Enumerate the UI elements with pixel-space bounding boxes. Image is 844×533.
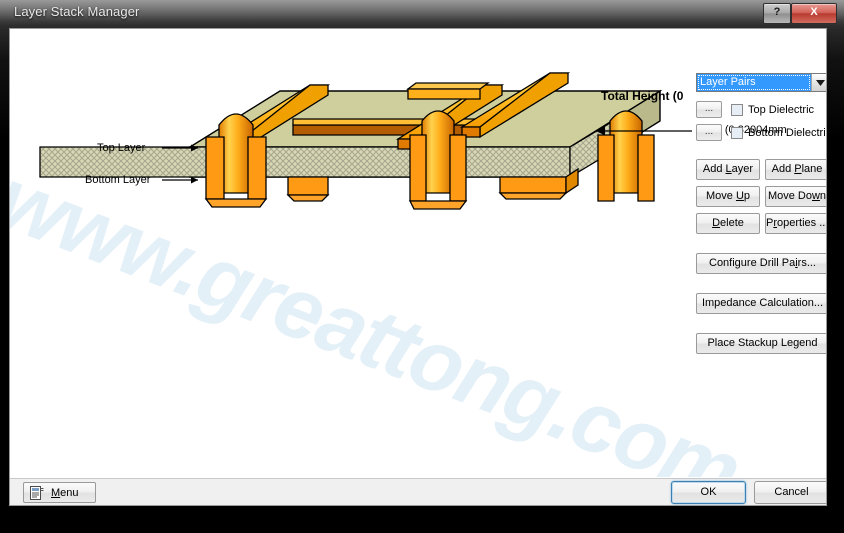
- move-up-label: Move Up: [705, 190, 751, 202]
- properties-label: Properties ...: [766, 217, 826, 229]
- move-down-button[interactable]: Move Down: [765, 186, 826, 207]
- configure-drill-pairs-button[interactable]: Configure Drill Pairs...: [696, 253, 826, 274]
- top-dielectric-browse-button[interactable]: ...: [696, 101, 722, 118]
- close-button[interactable]: X: [791, 3, 837, 24]
- add-plane-label: Add Plane: [771, 163, 823, 175]
- add-layer-button[interactable]: Add Layer: [696, 159, 760, 180]
- label-top-layer: Top Layer: [97, 142, 146, 154]
- chevron-down-icon[interactable]: [811, 74, 826, 91]
- properties-button[interactable]: Properties ...: [765, 213, 826, 234]
- place-stackup-legend-button[interactable]: Place Stackup Legend: [696, 333, 826, 354]
- window-title: Layer Stack Manager: [14, 4, 140, 19]
- title-bar[interactable]: Layer Stack Manager ? X: [0, 0, 844, 28]
- stackup-controls-panel: Layer Pairs ... Top Dielectric ... Botto…: [684, 35, 826, 365]
- list-document-icon: [30, 485, 44, 500]
- dialog-client-area: www.greattong.com Top Layer Bottom Layer…: [9, 28, 827, 506]
- stackup-canvas[interactable]: www.greattong.com Top Layer Bottom Layer…: [10, 29, 826, 477]
- layer-stack-manager-window: Layer Stack Manager ? X www.greattong.co…: [0, 0, 844, 533]
- menu-button[interactable]: Menu: [23, 482, 96, 503]
- move-down-label: Move Down: [767, 190, 826, 202]
- dialog-footer: Menu OK Cancel: [10, 478, 826, 505]
- help-button[interactable]: ?: [763, 3, 791, 24]
- stack-mode-value[interactable]: Layer Pairs: [697, 74, 811, 91]
- bottom-dielectric-row: ... Bottom Dielectric: [696, 124, 826, 141]
- impedance-calculation-button[interactable]: Impedance Calculation...: [696, 293, 826, 314]
- label-bottom-layer: Bottom Layer: [85, 174, 151, 186]
- move-up-button[interactable]: Move Up: [696, 186, 760, 207]
- watermark-text: www.greattong.com: [10, 149, 753, 477]
- delete-label: Delete: [712, 217, 744, 229]
- add-plane-button[interactable]: Add Plane: [765, 159, 826, 180]
- configure-drill-pairs-label: Configure Drill Pairs...: [709, 257, 816, 269]
- bottom-dielectric-checkbox[interactable]: [731, 126, 743, 139]
- delete-button[interactable]: Delete: [696, 213, 760, 234]
- top-dielectric-label: Top Dielectric: [748, 103, 815, 116]
- bottom-dielectric-browse-button[interactable]: ...: [696, 124, 722, 141]
- label-total-height: Total Height (0: [601, 89, 684, 103]
- ok-button[interactable]: OK: [671, 481, 746, 504]
- cancel-button[interactable]: Cancel: [754, 481, 826, 504]
- menu-button-label: Menu: [51, 486, 79, 499]
- stack-mode-combobox[interactable]: Layer Pairs: [696, 73, 826, 92]
- add-layer-label: Add Layer: [702, 163, 754, 175]
- top-dielectric-row: ... Top Dielectric: [696, 101, 814, 118]
- top-dielectric-checkbox[interactable]: [731, 103, 743, 116]
- bottom-dielectric-label: Bottom Dielectric: [748, 126, 826, 139]
